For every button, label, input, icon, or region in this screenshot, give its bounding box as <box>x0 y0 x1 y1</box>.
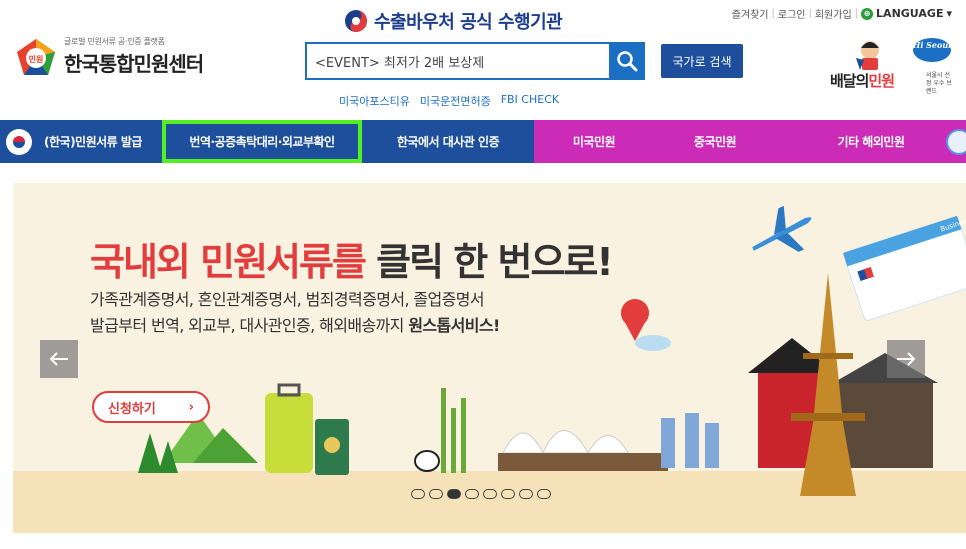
logo-pentagon-icon: 민원 <box>14 37 58 77</box>
slide-dot[interactable] <box>465 489 479 499</box>
login-link[interactable]: 로그인 <box>778 6 806 21</box>
hi-seoul-text: Hi Seoul <box>912 40 951 50</box>
site-header: 민원 글로벌 민원서류 공·인증 플랫폼 한국통합민원센터 수출바우처 공식 수… <box>0 0 966 110</box>
language-selector[interactable]: ⊕ LANGUAGE ▾ <box>861 7 952 20</box>
quick-link-us-drivers-license[interactable]: 미국운전면허증 <box>420 93 491 109</box>
export-voucher-slogan: 수출바우처 공식 수행기관 <box>344 8 563 34</box>
slide-dot[interactable] <box>519 489 533 499</box>
partner-subtitle: 서울시 선정 우수 브랜드 <box>926 72 952 95</box>
banner-desc-line2: 발급부터 번역, 외교부, 대사관인증, 해외배송까지 원스톱서비스! <box>90 316 500 335</box>
quick-link-us-apostille[interactable]: 미국아포스티유 <box>339 93 410 109</box>
prev-slide-button[interactable] <box>40 340 78 378</box>
language-label: LANGUAGE <box>876 7 944 20</box>
signup-link[interactable]: 회원가입 <box>815 6 852 21</box>
quick-link-fbi-check[interactable]: FBI CHECK <box>501 93 559 109</box>
banner-desc-line1: 가족관계증명서, 혼인관계증명서, 범죄경력증명서, 졸업증명서 <box>90 290 485 309</box>
taegeuk-icon <box>345 10 367 32</box>
next-slide-button[interactable] <box>887 340 925 378</box>
nav-label: 한국에서 대사관 인증 <box>396 135 500 149</box>
quick-links: 미국아포스티유 미국운전면허증 FBI CHECK <box>339 93 559 109</box>
nav-china-documents[interactable]: 중국민원 <box>654 120 776 163</box>
korea-flag-icon <box>6 129 32 155</box>
slide-dot[interactable] <box>537 489 551 499</box>
banner-headline: 국내외 민원서류를 클릭 한 번으로! <box>90 231 614 286</box>
top-utility-links: 즐겨찾기 | 로그인 | 회원가입 | ⊕ LANGUAGE ▾ <box>731 6 952 21</box>
hero-banner: Business 국내외 민원서류를 클릭 한 번으로! 가족관계증명서, 혼인… <box>13 183 966 533</box>
apply-label: 신청하기 <box>108 401 156 417</box>
caret-down-icon: ▾ <box>946 7 952 20</box>
nav-label: 기타 해외민원 <box>837 135 905 149</box>
arrow-right-icon <box>897 352 916 366</box>
partner-name: 배달의민원 <box>830 72 895 90</box>
nav-korea-documents[interactable]: (한국)민원서류 발급 <box>0 120 162 163</box>
nav-label: 중국민원 <box>693 135 737 149</box>
search-button[interactable] <box>609 42 645 80</box>
banner-description: 가족관계증명서, 혼인관계증명서, 범죄경력증명서, 졸업증명서 발급부터 번역… <box>90 287 500 339</box>
logo-subtitle: 글로벌 민원서류 공·인증 플랫폼 <box>64 37 165 46</box>
slide-dot[interactable] <box>429 489 443 499</box>
country-search-button[interactable]: 국가로 검색 <box>661 44 743 78</box>
chevron-right-icon: › <box>188 399 194 415</box>
nav-label: (한국)민원서류 발급 <box>44 135 142 149</box>
slide-dot[interactable] <box>501 489 515 499</box>
logo-mark-text: 민원 <box>29 54 44 64</box>
site-logo[interactable]: 민원 글로벌 민원서류 공·인증 플랫폼 한국통합민원센터 <box>14 36 204 77</box>
search-icon <box>617 51 638 72</box>
nav-usa-documents[interactable]: 미국민원 <box>534 120 654 163</box>
logo-title: 한국통합민원센터 <box>64 52 204 76</box>
headline-red: 국내외 민원서류를 <box>90 240 367 284</box>
slide-dot[interactable] <box>447 489 461 499</box>
apply-button[interactable]: 신청하기 › <box>92 391 210 423</box>
nav-embassy-certification[interactable]: 한국에서 대사관 인증 <box>362 120 534 163</box>
un-emblem-icon <box>946 129 966 155</box>
slide-pagination <box>411 489 551 499</box>
slide-dot[interactable] <box>483 489 497 499</box>
nav-label: 미국민원 <box>572 135 616 149</box>
globe-icon: ⊕ <box>861 7 874 20</box>
baedal-minwon-badge[interactable]: Hi Seoul 배달의민원 서울시 선정 우수 브랜드 <box>830 36 952 96</box>
headline-dark: 클릭 한 번으로! <box>376 240 614 284</box>
search-input[interactable] <box>305 42 609 80</box>
nav-other-overseas[interactable]: 기타 해외민원 <box>776 120 966 163</box>
main-nav: (한국)민원서류 발급 번역·공증촉탁대리·외교부확인 한국에서 대사관 인증 … <box>0 120 966 163</box>
slogan-text: 수출바우처 공식 수행기관 <box>374 12 563 33</box>
nav-label: 번역·공증촉탁대리·외교부확인 <box>189 135 335 149</box>
arrow-left-icon <box>49 352 68 366</box>
slide-dot[interactable] <box>411 489 425 499</box>
search-bar <box>305 42 645 80</box>
nav-translation-notary[interactable]: 번역·공증촉탁대리·외교부확인 <box>162 120 362 163</box>
bookmark-link[interactable]: 즐겨찾기 <box>732 6 769 21</box>
